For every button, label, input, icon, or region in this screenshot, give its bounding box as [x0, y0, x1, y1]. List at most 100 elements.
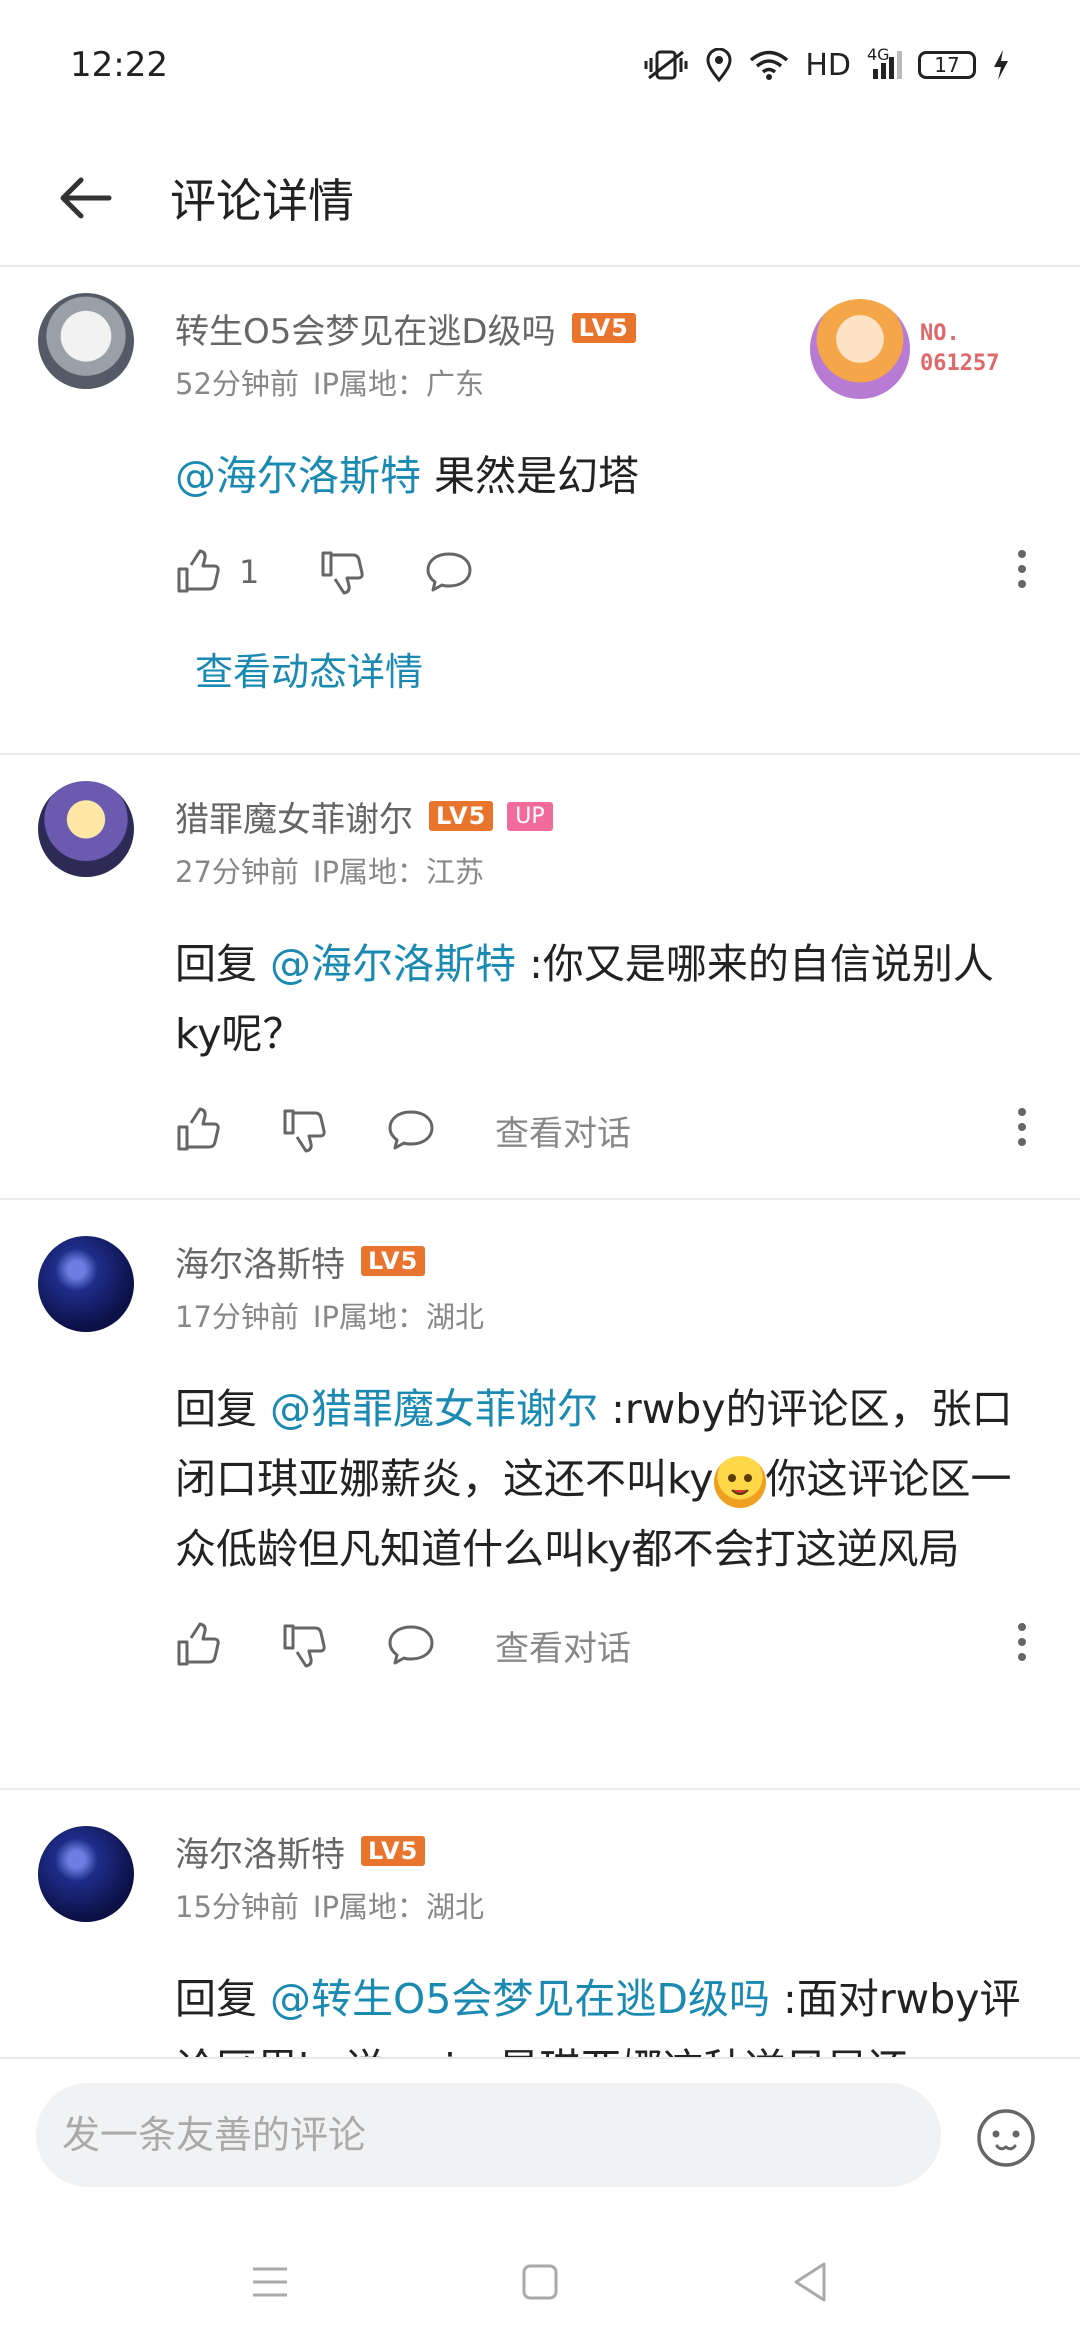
- ip-location: IP属地：广东: [312, 367, 484, 401]
- emoji-button[interactable]: [975, 2107, 1037, 2173]
- menu-icon: [253, 2267, 287, 2296]
- dislike-button[interactable]: [281, 1622, 327, 1668]
- comment-item: 猎罪魔女菲谢尔 LV5 UP 27分钟前 IP属地：江苏 回复 @海尔洛斯特 :你…: [0, 755, 1080, 1200]
- comment-time: 27分钟前: [175, 855, 299, 889]
- signal-type: 4G: [867, 45, 890, 64]
- comment-text: 回复 @转生O5会梦见在逃D级吗 :面对rwby评论区里ky说weiss是琪亚娜…: [175, 1964, 1080, 2057]
- comment-bubble-icon: [426, 552, 472, 592]
- reply-prefix: 回复: [175, 1975, 271, 2023]
- battery-level: 17: [934, 53, 960, 77]
- like-button[interactable]: 1: [175, 549, 259, 595]
- comment-body: 果然是幻塔: [421, 452, 640, 500]
- battery-icon: 17: [918, 51, 976, 79]
- like-button[interactable]: [175, 1107, 221, 1153]
- badge-no-label: NO.: [920, 321, 960, 346]
- system-nav-bar: [0, 2227, 1080, 2340]
- signal-icon: 4G: [867, 45, 902, 79]
- level-badge: LV5: [361, 1246, 426, 1276]
- reply-button[interactable]: [387, 1109, 435, 1151]
- comment-input[interactable]: [36, 2083, 941, 2187]
- avatar[interactable]: [38, 781, 134, 877]
- ip-location: IP属地：江苏: [312, 855, 484, 889]
- level-badge: LV5: [571, 313, 636, 343]
- comment-actions: 1: [175, 517, 1080, 627]
- more-vertical-icon: [1018, 1108, 1026, 1146]
- comment-time: 15分钟前: [175, 1890, 299, 1924]
- comment-bubble-icon: [388, 1110, 434, 1150]
- avatar[interactable]: [38, 1236, 134, 1332]
- emoji-smile-icon: [977, 2109, 1035, 2167]
- username[interactable]: 猎罪魔女菲谢尔: [175, 792, 413, 841]
- like-button[interactable]: [175, 1622, 221, 1668]
- comment-feed[interactable]: NO. 061257 转生O5会梦见在逃D级吗 LV5 52分钟前 IP属地：广东…: [0, 267, 1080, 2057]
- level-badge: LV5: [361, 1836, 426, 1866]
- dislike-button[interactable]: [281, 1107, 327, 1153]
- view-conversation-link[interactable]: 查看对话: [495, 1621, 631, 1670]
- comment-text: 回复 @海尔洛斯特 :你又是哪来的自信说别人ky呢？: [175, 929, 1080, 1069]
- page-title: 评论详情: [170, 173, 354, 228]
- reply-button[interactable]: [425, 551, 473, 593]
- hd-indicator: HD: [805, 47, 851, 83]
- reply-prefix: 回复: [175, 940, 271, 988]
- view-post-detail-link[interactable]: 查看动态详情: [175, 627, 1080, 742]
- thumbs-down-icon: [283, 1624, 326, 1668]
- comment-composer: [0, 2057, 1080, 2229]
- mention-link[interactable]: @海尔洛斯特: [270, 940, 516, 988]
- arrow-left-icon: [60, 177, 112, 218]
- comment-bubble-icon: [388, 1625, 434, 1665]
- thumbs-down-icon: [321, 551, 365, 595]
- badge-character-image: [810, 299, 910, 399]
- view-conversation-link[interactable]: 查看对话: [495, 1106, 631, 1155]
- avatar[interactable]: [38, 1826, 134, 1922]
- comment-item: 海尔洛斯特 LV5 15分钟前 IP属地：湖北 回复 @转生O5会梦见在逃D级吗 …: [0, 1790, 1080, 2057]
- comment-item: 海尔洛斯特 LV5 17分钟前 IP属地：湖北 回复 @猎罪魔女菲谢尔 :rwby…: [0, 1200, 1080, 1790]
- header: 评论详情: [0, 130, 1080, 267]
- status-bar: 12:22 HD 4G 17: [0, 0, 1080, 130]
- username[interactable]: 转生O5会梦见在逃D级吗: [175, 304, 556, 353]
- thumbs-up-icon: [177, 549, 220, 593]
- dislike-button[interactable]: [319, 549, 365, 595]
- menu-button[interactable]: [250, 2265, 290, 2303]
- triangle-back-icon: [794, 2262, 826, 2301]
- location-icon: [706, 48, 732, 82]
- ip-location: IP属地：湖北: [312, 1300, 484, 1334]
- username[interactable]: 海尔洛斯特: [175, 1237, 345, 1286]
- up-badge: UP: [507, 801, 553, 831]
- badge-number: NO. 061257: [920, 319, 999, 379]
- mention-link[interactable]: @猎罪魔女菲谢尔: [270, 1385, 598, 1433]
- home-button[interactable]: [520, 2262, 560, 2306]
- comment-time: 17分钟前: [175, 1300, 299, 1334]
- comment-meta: 15分钟前 IP属地：湖北: [175, 1884, 1080, 1926]
- vibrate-icon: [644, 50, 688, 80]
- status-time: 12:22: [70, 45, 168, 85]
- level-badge: LV5: [429, 801, 494, 831]
- username[interactable]: 海尔洛斯特: [175, 1827, 345, 1876]
- more-options-button[interactable]: [1016, 1107, 1028, 1151]
- comment-text: 回复 @猎罪魔女菲谢尔 :rwby的评论区，张口闭口琪亚娜薪炎，这还不叫ky 你这…: [175, 1374, 1080, 1584]
- reply-button[interactable]: [387, 1624, 435, 1666]
- square-icon: [522, 2264, 558, 2299]
- collection-badge[interactable]: NO. 061257: [810, 289, 1020, 409]
- avatar[interactable]: [38, 293, 134, 389]
- ip-location: IP属地：湖北: [312, 1890, 484, 1924]
- comment-item: NO. 061257 转生O5会梦见在逃D级吗 LV5 52分钟前 IP属地：广东…: [0, 267, 1080, 755]
- status-icons: HD 4G 17: [643, 45, 1010, 83]
- comment-actions: 查看对话: [175, 1075, 1080, 1185]
- comment-meta: 17分钟前 IP属地：湖北: [175, 1294, 1080, 1336]
- mention-link[interactable]: @转生O5会梦见在逃D级吗: [270, 1975, 770, 2023]
- mention-link[interactable]: @海尔洛斯特: [175, 452, 421, 500]
- more-vertical-icon: [1018, 550, 1026, 588]
- thumbs-up-icon: [177, 1107, 220, 1151]
- comment-actions: 查看对话: [175, 1590, 1080, 1700]
- badge-no-value: 061257: [920, 351, 1000, 376]
- comment-time: 52分钟前: [175, 367, 299, 401]
- back-button[interactable]: [30, 143, 140, 253]
- more-options-button[interactable]: [1016, 1622, 1028, 1666]
- back-nav-button[interactable]: [790, 2260, 830, 2308]
- thumbs-down-icon: [283, 1109, 326, 1153]
- thumbs-up-icon: [177, 1622, 220, 1666]
- reply-prefix: 回复: [175, 1385, 271, 1433]
- more-options-button[interactable]: [1016, 549, 1028, 593]
- charging-icon: [994, 50, 1008, 80]
- emoji-sticker-icon: [713, 1456, 766, 1508]
